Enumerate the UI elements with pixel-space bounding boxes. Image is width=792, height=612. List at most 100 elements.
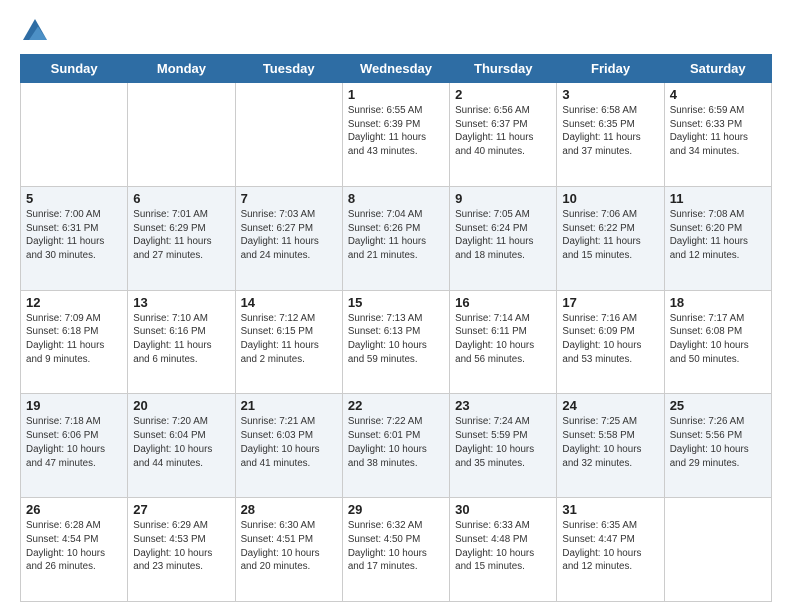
logo-icon	[20, 16, 50, 46]
day-number: 23	[455, 398, 551, 413]
day-number: 3	[562, 87, 658, 102]
day-number: 17	[562, 295, 658, 310]
calendar-cell: 5Sunrise: 7:00 AM Sunset: 6:31 PM Daylig…	[21, 186, 128, 290]
calendar-cell	[128, 83, 235, 187]
calendar: SundayMondayTuesdayWednesdayThursdayFrid…	[20, 54, 772, 602]
calendar-cell: 24 Sunrise: 7:25 AM Sunset: 5:58 PM Dayli…	[557, 394, 664, 498]
day-info: Sunrise: 6:56 AM Sunset: 6:37 PM Dayligh…	[455, 104, 551, 159]
calendar-cell: 27Sunrise: 6:29 AM Sunset: 4:53 PM Dayli…	[128, 498, 235, 602]
calendar-cell: 29 Sunrise: 6:32 AM Sunset: 4:50 PM Dayli…	[342, 498, 449, 602]
calendar-cell: 26 Sunrise: 6:28 AM Sunset: 4:54 PM Dayli…	[21, 498, 128, 602]
calendar-cell	[21, 83, 128, 187]
day-number: 15	[348, 295, 444, 310]
header	[20, 16, 772, 46]
day-number: 11	[670, 191, 766, 206]
day-info: Sunrise: 6:35 AM Sunset: 4:47 PM Dayligh…	[562, 519, 658, 574]
day-info: Sunrise: 7:10 AM Sunset: 6:16 PM Dayligh…	[133, 312, 229, 367]
day-info: Sunrise: 6:58 AM Sunset: 6:35 PM Dayligh…	[562, 104, 658, 159]
day-info: Sunrise: 7:05 AM Sunset: 6:24 PM Dayligh…	[455, 208, 551, 263]
day-number: 25	[670, 398, 766, 413]
calendar-cell: 9 Sunrise: 7:05 AM Sunset: 6:24 PM Daylig…	[450, 186, 557, 290]
day-number: 4	[670, 87, 766, 102]
calendar-cell: 17Sunrise: 7:16 AM Sunset: 6:09 PM Dayli…	[557, 290, 664, 394]
calendar-cell: 31 Sunrise: 6:35 AM Sunset: 4:47 PM Dayli…	[557, 498, 664, 602]
day-number: 24	[562, 398, 658, 413]
day-info: Sunrise: 7:17 AM Sunset: 6:08 PM Dayligh…	[670, 312, 766, 367]
day-info: Sunrise: 6:55 AM Sunset: 6:39 PM Dayligh…	[348, 104, 444, 159]
day-info: Sunrise: 6:29 AM Sunset: 4:53 PM Dayligh…	[133, 519, 229, 574]
calendar-cell: 28 Sunrise: 6:30 AM Sunset: 4:51 PM Dayli…	[235, 498, 342, 602]
day-info: Sunrise: 7:18 AM Sunset: 6:06 PM Dayligh…	[26, 415, 122, 470]
day-number: 28	[241, 502, 337, 517]
day-number: 7	[241, 191, 337, 206]
weekday-header: Saturday	[664, 55, 771, 83]
calendar-cell: 21Sunrise: 7:21 AM Sunset: 6:03 PM Dayli…	[235, 394, 342, 498]
day-info: Sunrise: 7:25 AM Sunset: 5:58 PM Dayligh…	[562, 415, 658, 470]
calendar-cell: 22Sunrise: 7:22 AM Sunset: 6:01 PM Dayli…	[342, 394, 449, 498]
calendar-cell	[235, 83, 342, 187]
page: SundayMondayTuesdayWednesdayThursdayFrid…	[0, 0, 792, 612]
day-number: 26	[26, 502, 122, 517]
calendar-week-row: 5Sunrise: 7:00 AM Sunset: 6:31 PM Daylig…	[21, 186, 772, 290]
day-info: Sunrise: 6:30 AM Sunset: 4:51 PM Dayligh…	[241, 519, 337, 574]
calendar-cell: 15 Sunrise: 7:13 AM Sunset: 6:13 PM Dayli…	[342, 290, 449, 394]
day-number: 22	[348, 398, 444, 413]
day-info: Sunrise: 7:13 AM Sunset: 6:13 PM Dayligh…	[348, 312, 444, 367]
day-number: 21	[241, 398, 337, 413]
calendar-week-row: 1 Sunrise: 6:55 AM Sunset: 6:39 PM Daylig…	[21, 83, 772, 187]
calendar-cell	[664, 498, 771, 602]
day-number: 9	[455, 191, 551, 206]
calendar-cell: 12 Sunrise: 7:09 AM Sunset: 6:18 PM Dayli…	[21, 290, 128, 394]
calendar-cell: 23 Sunrise: 7:24 AM Sunset: 5:59 PM Dayli…	[450, 394, 557, 498]
day-info: Sunrise: 7:06 AM Sunset: 6:22 PM Dayligh…	[562, 208, 658, 263]
calendar-cell: 30 Sunrise: 6:33 AM Sunset: 4:48 PM Dayli…	[450, 498, 557, 602]
day-info: Sunrise: 7:00 AM Sunset: 6:31 PM Dayligh…	[26, 208, 122, 263]
calendar-week-row: 26 Sunrise: 6:28 AM Sunset: 4:54 PM Dayli…	[21, 498, 772, 602]
day-info: Sunrise: 6:32 AM Sunset: 4:50 PM Dayligh…	[348, 519, 444, 574]
calendar-cell: 10Sunrise: 7:06 AM Sunset: 6:22 PM Dayli…	[557, 186, 664, 290]
day-number: 14	[241, 295, 337, 310]
day-number: 19	[26, 398, 122, 413]
day-number: 31	[562, 502, 658, 517]
calendar-cell: 18 Sunrise: 7:17 AM Sunset: 6:08 PM Dayli…	[664, 290, 771, 394]
calendar-week-row: 12 Sunrise: 7:09 AM Sunset: 6:18 PM Dayli…	[21, 290, 772, 394]
day-info: Sunrise: 6:59 AM Sunset: 6:33 PM Dayligh…	[670, 104, 766, 159]
day-number: 20	[133, 398, 229, 413]
day-info: Sunrise: 7:09 AM Sunset: 6:18 PM Dayligh…	[26, 312, 122, 367]
weekday-header: Friday	[557, 55, 664, 83]
calendar-header-row: SundayMondayTuesdayWednesdayThursdayFrid…	[21, 55, 772, 83]
calendar-cell: 20 Sunrise: 7:20 AM Sunset: 6:04 PM Dayli…	[128, 394, 235, 498]
day-info: Sunrise: 6:28 AM Sunset: 4:54 PM Dayligh…	[26, 519, 122, 574]
calendar-cell: 7Sunrise: 7:03 AM Sunset: 6:27 PM Daylig…	[235, 186, 342, 290]
calendar-cell: 1 Sunrise: 6:55 AM Sunset: 6:39 PM Daylig…	[342, 83, 449, 187]
weekday-header: Sunday	[21, 55, 128, 83]
weekday-header: Wednesday	[342, 55, 449, 83]
calendar-cell: 14Sunrise: 7:12 AM Sunset: 6:15 PM Dayli…	[235, 290, 342, 394]
calendar-cell: 19 Sunrise: 7:18 AM Sunset: 6:06 PM Dayli…	[21, 394, 128, 498]
day-info: Sunrise: 7:20 AM Sunset: 6:04 PM Dayligh…	[133, 415, 229, 470]
day-number: 6	[133, 191, 229, 206]
weekday-header: Tuesday	[235, 55, 342, 83]
day-info: Sunrise: 7:01 AM Sunset: 6:29 PM Dayligh…	[133, 208, 229, 263]
calendar-cell: 4 Sunrise: 6:59 AM Sunset: 6:33 PM Daylig…	[664, 83, 771, 187]
calendar-cell: 13 Sunrise: 7:10 AM Sunset: 6:16 PM Dayli…	[128, 290, 235, 394]
calendar-cell: 25 Sunrise: 7:26 AM Sunset: 5:56 PM Dayli…	[664, 394, 771, 498]
day-number: 13	[133, 295, 229, 310]
day-number: 30	[455, 502, 551, 517]
calendar-cell: 3 Sunrise: 6:58 AM Sunset: 6:35 PM Daylig…	[557, 83, 664, 187]
calendar-cell: 11Sunrise: 7:08 AM Sunset: 6:20 PM Dayli…	[664, 186, 771, 290]
day-number: 12	[26, 295, 122, 310]
day-info: Sunrise: 6:33 AM Sunset: 4:48 PM Dayligh…	[455, 519, 551, 574]
calendar-cell: 8 Sunrise: 7:04 AM Sunset: 6:26 PM Daylig…	[342, 186, 449, 290]
weekday-header: Thursday	[450, 55, 557, 83]
day-number: 1	[348, 87, 444, 102]
day-info: Sunrise: 7:14 AM Sunset: 6:11 PM Dayligh…	[455, 312, 551, 367]
day-number: 18	[670, 295, 766, 310]
calendar-cell: 16 Sunrise: 7:14 AM Sunset: 6:11 PM Dayli…	[450, 290, 557, 394]
day-number: 8	[348, 191, 444, 206]
day-number: 16	[455, 295, 551, 310]
day-info: Sunrise: 7:26 AM Sunset: 5:56 PM Dayligh…	[670, 415, 766, 470]
day-info: Sunrise: 7:24 AM Sunset: 5:59 PM Dayligh…	[455, 415, 551, 470]
day-number: 29	[348, 502, 444, 517]
day-info: Sunrise: 7:04 AM Sunset: 6:26 PM Dayligh…	[348, 208, 444, 263]
